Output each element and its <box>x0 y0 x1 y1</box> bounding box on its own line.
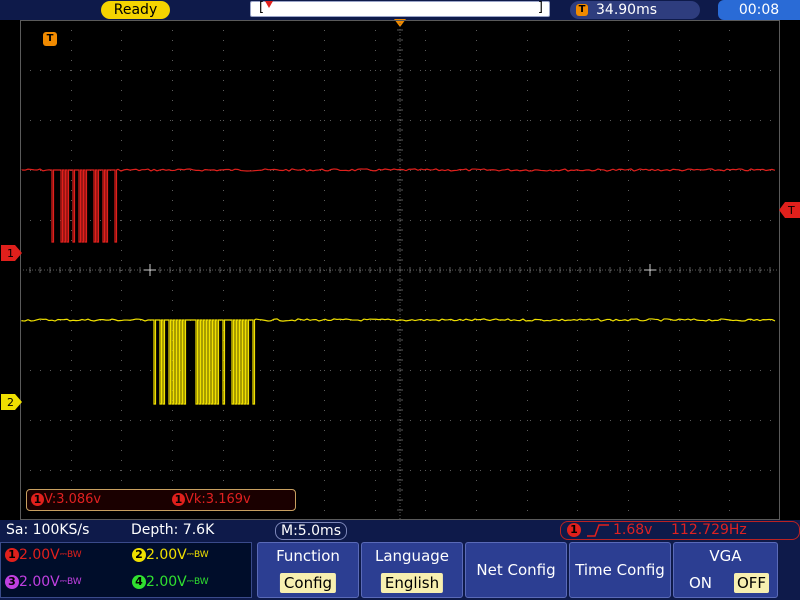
ch2-scale: 2.00V <box>146 547 187 563</box>
ch1-bw: BW <box>66 550 82 560</box>
vga-off-option[interactable]: OFF <box>734 573 770 593</box>
ch4-bw-icon: ⎓ <box>186 577 194 587</box>
measurement-v-label: V:3.086v <box>44 492 102 507</box>
channel-settings-panel: 1 2.00V⎓BW 2 2.00V⎓BW 3 2.00V⎓BW 4 2.00V⎓BW <box>0 542 252 598</box>
channel-1-setting[interactable]: 1 2.00V⎓BW <box>5 547 82 563</box>
ch3-scale: 2.00V <box>19 574 60 590</box>
trigger-level: 1.68v <box>613 522 653 538</box>
trigger-level-marker-icon[interactable]: T <box>779 202 800 218</box>
measurement-box[interactable]: 1 V:3.086v 1 Vk:3.169v <box>26 489 296 511</box>
language-button[interactable]: Language English <box>361 542 463 598</box>
ch3-bw: BW <box>66 577 82 587</box>
ch1-badge: 1 <box>172 493 185 506</box>
vga-button[interactable]: VGA ON OFF <box>673 542 778 598</box>
trigger-position-marker-icon <box>265 1 273 8</box>
graticule-grid <box>20 20 780 520</box>
ch1-level-marker-icon[interactable]: 1 <box>1 245 23 261</box>
trigger-point-t-icon: T <box>43 32 57 46</box>
waveform-traces <box>21 168 776 405</box>
ch1-bw-icon: ⎓ <box>59 550 67 560</box>
ch2-badge: 2 <box>132 548 146 562</box>
language-value: English <box>380 573 444 593</box>
channel-3-setting[interactable]: 3 2.00V⎓BW <box>5 574 82 590</box>
ch1-scale: 2.00V <box>19 547 60 563</box>
ch4-bw: BW <box>193 577 209 587</box>
svg-text:T: T <box>787 204 795 217</box>
status-badge: Ready <box>101 1 170 19</box>
measurement-vk-label: Vk:3.169v <box>185 492 251 507</box>
trigger-channel-badge: 1 <box>567 523 581 537</box>
time-config-label: Time Config <box>575 561 665 579</box>
rising-edge-icon <box>587 524 609 537</box>
vga-on-option[interactable]: ON <box>686 573 715 593</box>
svg-text:1: 1 <box>7 247 14 260</box>
function-button[interactable]: Function Config <box>257 542 359 598</box>
memory-position-bar[interactable]: [ ] <box>250 0 550 17</box>
vga-title: VGA <box>709 547 742 565</box>
waveform-display <box>20 20 780 520</box>
timebase[interactable]: M:5.0ms <box>275 522 347 540</box>
memory-bracket-left: [ <box>259 0 265 15</box>
ch2-bw-icon: ⎓ <box>186 550 194 560</box>
ch2-level-marker-icon[interactable]: 2 <box>1 394 23 410</box>
function-title: Function <box>276 547 340 565</box>
ch3-bw-icon: ⎓ <box>59 577 67 587</box>
memory-depth: Depth: 7.6K <box>131 522 215 538</box>
channel-4-setting[interactable]: 4 2.00V⎓BW <box>132 574 209 590</box>
trigger-time-value: 34.90ms <box>596 2 658 18</box>
time-config-button[interactable]: Time Config <box>569 542 671 598</box>
ch1-badge: 1 <box>5 548 19 562</box>
sample-rate: Sa: 100KS/s <box>6 522 90 538</box>
memory-bracket-right: ] <box>537 0 543 15</box>
channel-2-setting[interactable]: 2 2.00V⎓BW <box>132 547 209 563</box>
trigger-frequency: 112.729Hz <box>671 522 747 538</box>
ch4-badge: 4 <box>132 575 146 589</box>
net-config-label: Net Config <box>476 561 556 579</box>
ch4-scale: 2.00V <box>146 574 187 590</box>
trigger-info[interactable]: 1 1.68v 112.729Hz <box>560 521 800 540</box>
clock: 00:08 <box>718 0 800 20</box>
language-title: Language <box>374 547 450 565</box>
ch1-badge: 1 <box>31 493 44 506</box>
svg-text:2: 2 <box>7 396 14 409</box>
trigger-t-icon: T <box>576 4 588 16</box>
ch3-badge: 3 <box>5 575 19 589</box>
net-config-button[interactable]: Net Config <box>465 542 567 598</box>
ch2-bw: BW <box>193 550 209 560</box>
trigger-time-display[interactable]: T 34.90ms <box>570 1 700 19</box>
function-value: Config <box>279 573 337 593</box>
measurement-vk: 1 Vk:3.169v <box>172 492 251 508</box>
measurement-v: 1 V:3.086v <box>31 492 101 508</box>
